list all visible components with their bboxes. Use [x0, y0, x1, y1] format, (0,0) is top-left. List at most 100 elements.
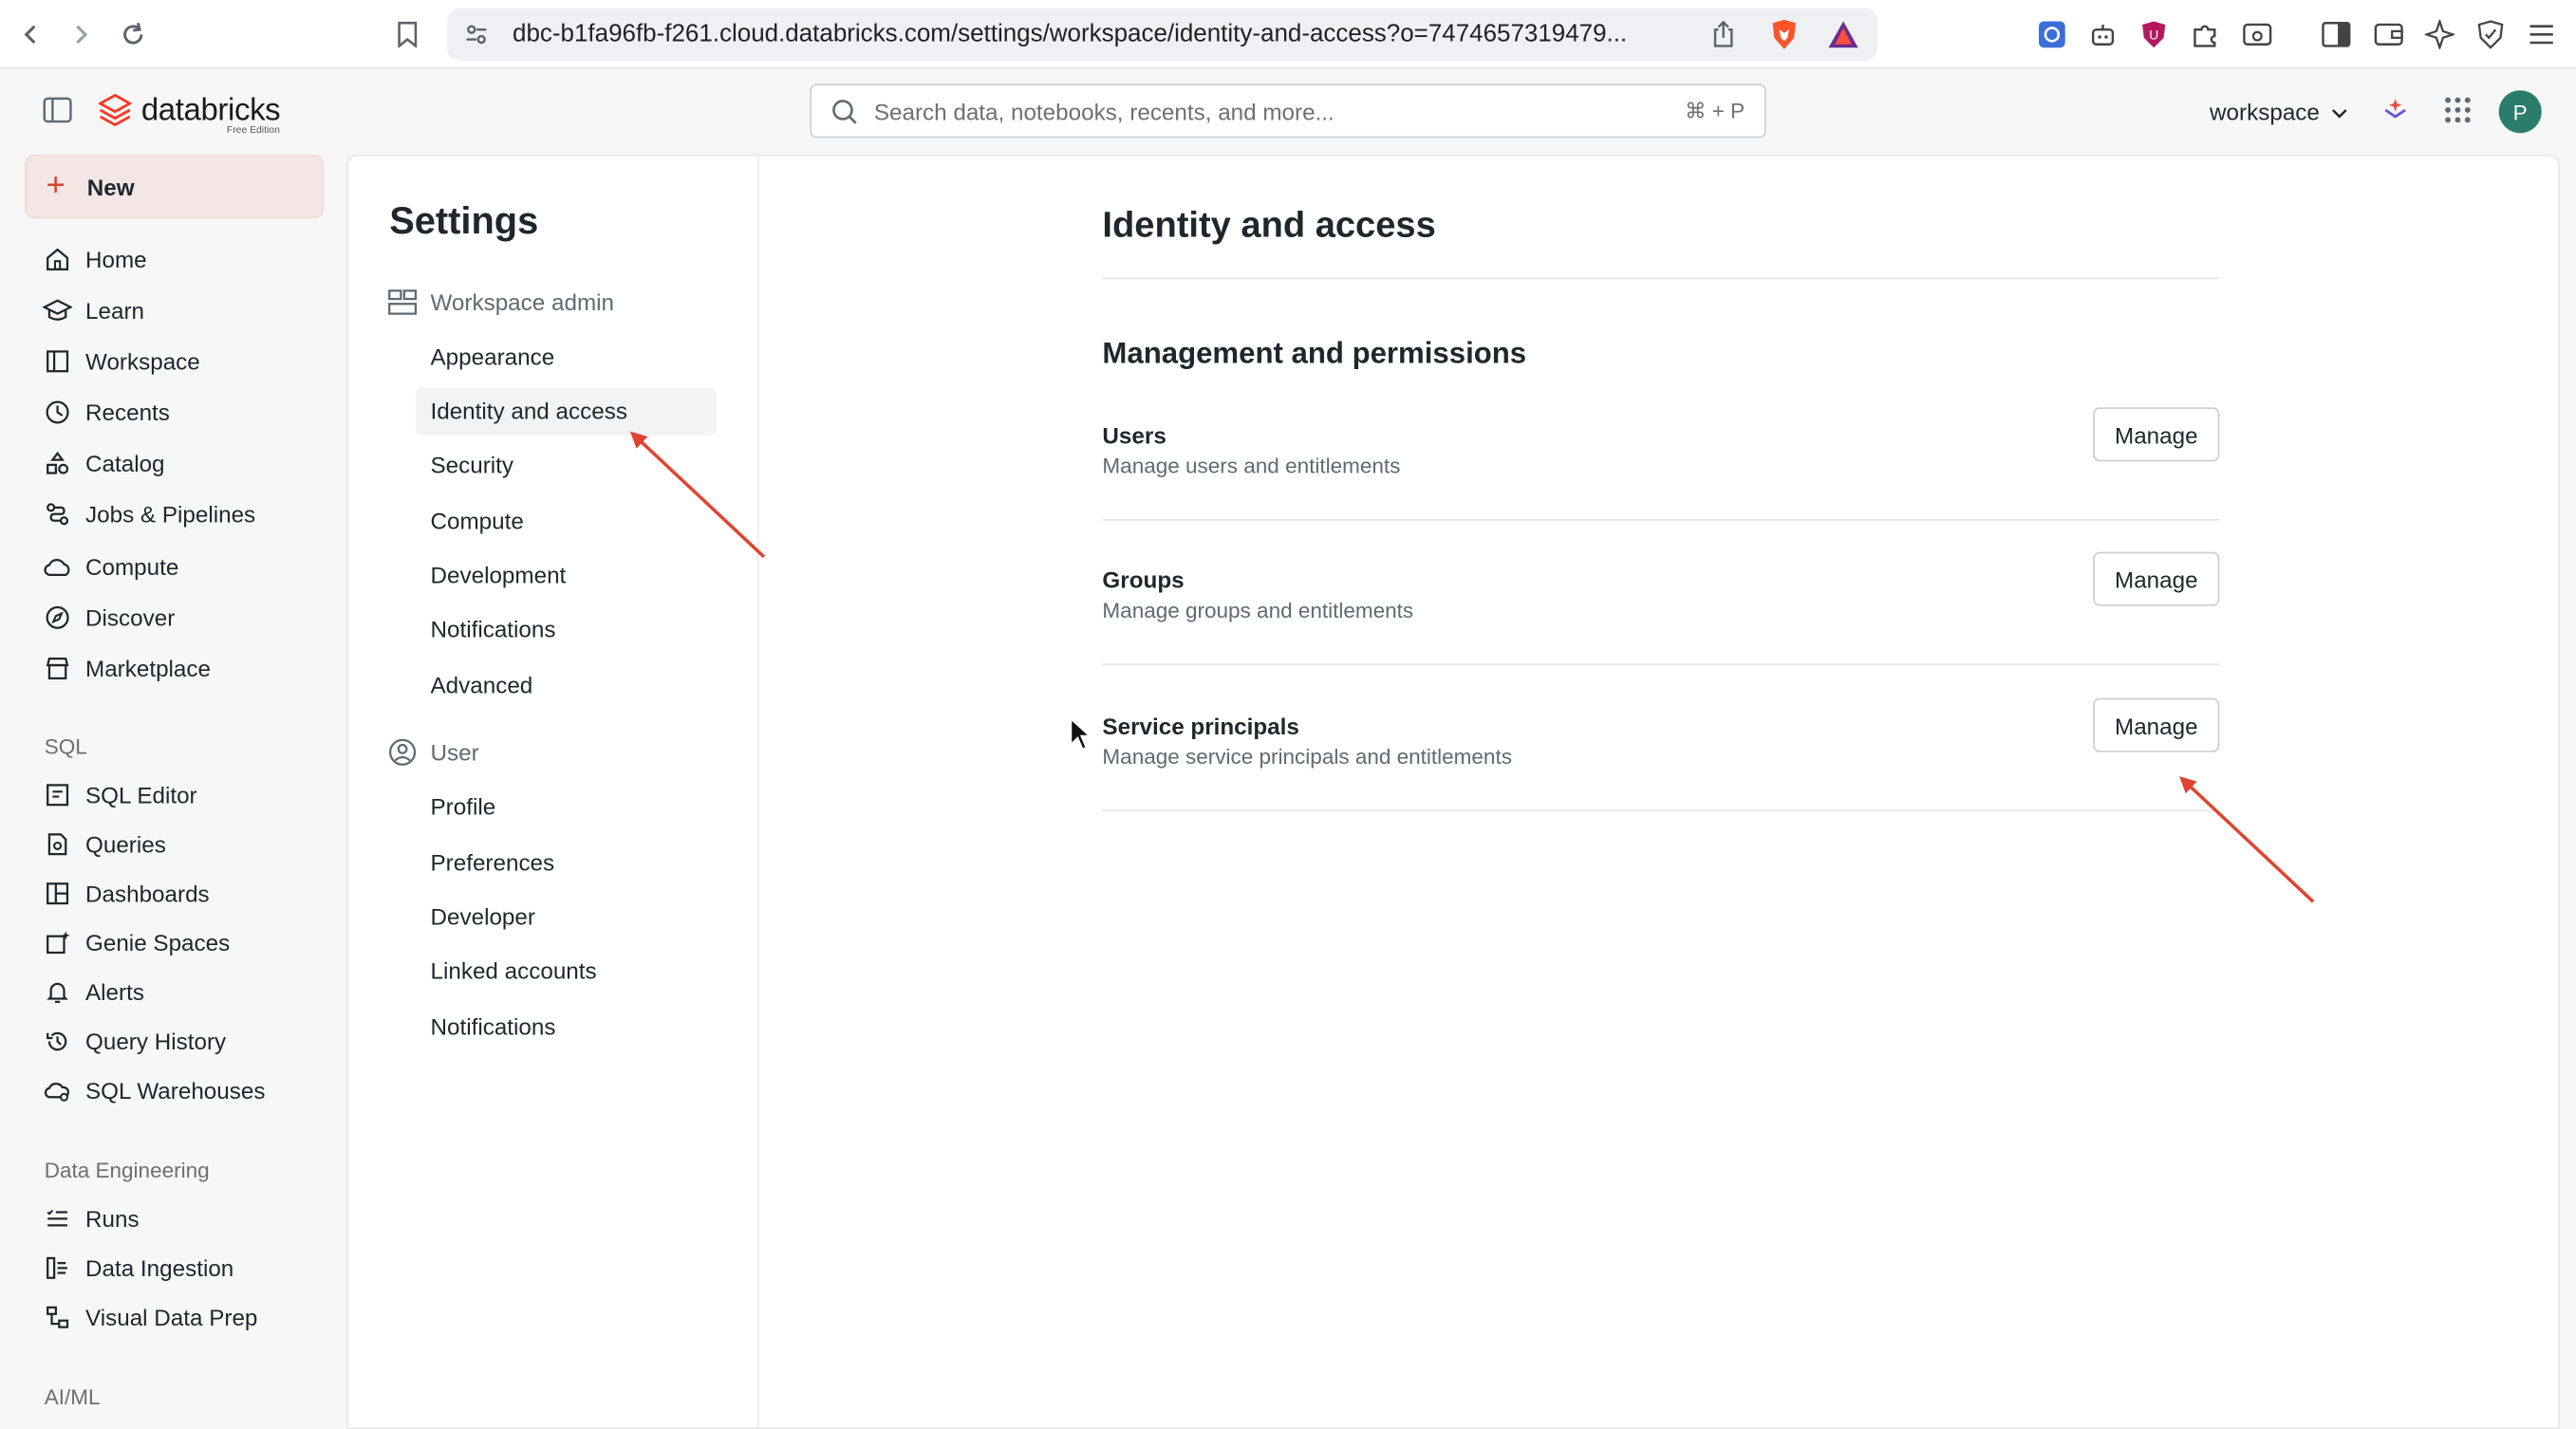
nav-item-recents[interactable]: Recents [43, 394, 170, 430]
settings-item-user-notifications[interactable]: Notifications [416, 1004, 717, 1051]
settings-item-linked-accounts[interactable]: Linked accounts [416, 948, 717, 995]
compass-icon [43, 603, 72, 632]
extensions-puzzle-icon[interactable] [2187, 16, 2223, 52]
permission-row-groups: Groups Manage groups and entitlements Ma… [1102, 551, 2220, 665]
nav-label: SQL Warehouses [85, 1077, 266, 1104]
left-navigation: + New Home Learn Workspace Recents Catal… [0, 154, 345, 1429]
settings-sidebar: Settings Workspace admin Appearance Iden… [348, 156, 759, 1429]
settings-item-security[interactable]: Security [416, 442, 717, 490]
settings-item-developer[interactable]: Developer [416, 894, 717, 941]
settings-item-label: Linked accounts [430, 957, 597, 984]
settings-item-preferences[interactable]: Preferences [416, 840, 717, 887]
settings-item-profile[interactable]: Profile [416, 784, 717, 831]
nav-item-workspace[interactable]: Workspace [43, 343, 200, 380]
row-name: Users [1102, 421, 1167, 449]
nav-item-discover[interactable]: Discover [43, 600, 175, 636]
databricks-logo-icon[interactable] [97, 93, 133, 139]
nav-item-data-ingestion[interactable]: Data Ingestion [43, 1250, 233, 1286]
logo-text[interactable]: databricks [141, 94, 281, 130]
row-divider [1102, 809, 2220, 812]
nav-item-dashboards[interactable]: Dashboards [43, 876, 210, 912]
nav-item-genie-spaces[interactable]: Genie Spaces [43, 925, 230, 961]
bookmark-icon[interactable] [389, 16, 425, 52]
nav-item-sql-warehouses[interactable]: SQL Warehouses [43, 1072, 265, 1108]
nav-item-queries[interactable]: Queries [43, 826, 166, 863]
brave-shields-icon[interactable] [1769, 18, 1799, 59]
workflow-icon [43, 499, 72, 529]
settings-item-development[interactable]: Development [416, 552, 717, 600]
workspace-label: workspace [2210, 98, 2320, 125]
section-title: Management and permissions [1102, 336, 1527, 370]
share-icon[interactable] [1710, 20, 1737, 58]
nav-item-runs[interactable]: Runs [43, 1200, 140, 1236]
url-text[interactable]: dbc-b1fa96fb-f261.cloud.databricks.com/s… [513, 20, 1627, 47]
reader-icon[interactable] [2239, 16, 2275, 52]
nav-item-learn[interactable]: Learn [43, 292, 144, 328]
nav-label: Dashboards [85, 880, 210, 907]
menu-icon[interactable] [2524, 16, 2560, 52]
nav-item-compute[interactable]: Compute [43, 548, 178, 585]
nav-item-catalog[interactable]: Catalog [43, 445, 165, 481]
address-bar[interactable]: dbc-b1fa96fb-f261.cloud.databricks.com/s… [446, 8, 1878, 62]
manage-groups-button[interactable]: Manage [2093, 551, 2220, 606]
workspace-switcher[interactable]: workspace [2210, 99, 2347, 125]
nav-label: Query History [85, 1028, 227, 1055]
page-title: Identity and access [1102, 203, 1436, 245]
site-settings-icon[interactable] [463, 22, 490, 56]
logo-subtitle: Free Edition [226, 126, 280, 137]
clock-icon [43, 398, 72, 427]
settings-item-label: Developer [430, 903, 535, 930]
nav-label: Discover [85, 604, 176, 631]
settings-item-notifications[interactable]: Notifications [416, 606, 717, 654]
apps-grid-icon[interactable] [2443, 95, 2473, 133]
data-prep-icon [43, 1303, 72, 1332]
settings-item-advanced[interactable]: Advanced [416, 662, 717, 710]
brave-rewards-icon[interactable] [1827, 20, 1860, 58]
svg-text:U: U [2149, 28, 2158, 43]
row-name: Groups [1102, 566, 1185, 593]
global-search-input[interactable]: Search data, notebooks, recents, and mor… [810, 84, 1766, 139]
nav-item-marketplace[interactable]: Marketplace [43, 650, 211, 686]
settings-item-label: Advanced [430, 671, 533, 698]
settings-item-label: Appearance [430, 343, 555, 370]
catalog-icon [43, 449, 72, 478]
nav-item-sql-editor[interactable]: SQL Editor [43, 777, 197, 813]
nav-item-visual-data-prep[interactable]: Visual Data Prep [43, 1299, 257, 1335]
settings-item-compute[interactable]: Compute [416, 497, 717, 545]
graduation-cap-icon [43, 296, 73, 325]
nav-item-alerts[interactable]: Alerts [43, 974, 144, 1010]
vpn-shield-icon[interactable] [2473, 16, 2509, 52]
assistant-sparkle-icon[interactable] [2380, 95, 2410, 133]
new-button[interactable]: + New [24, 154, 324, 219]
ublock-icon[interactable]: U [2136, 16, 2172, 52]
manage-service-principals-button[interactable]: Manage [2093, 697, 2220, 752]
sidebar-toggle-icon[interactable] [2318, 16, 2354, 52]
back-icon[interactable] [13, 16, 49, 52]
wallet-icon[interactable] [2371, 16, 2407, 52]
nav-label: Jobs & Pipelines [85, 500, 256, 528]
nav-item-home[interactable]: Home [43, 241, 147, 277]
robot-extension-icon[interactable] [2085, 16, 2121, 52]
workspace-admin-group: Workspace admin [387, 286, 614, 319]
extension-blue-icon[interactable] [2034, 16, 2070, 52]
nav-label: Catalog [85, 450, 165, 476]
settings-item-identity-and-access[interactable]: Identity and access [415, 387, 717, 436]
sidebar-collapse-icon[interactable] [43, 97, 72, 131]
nav-item-jobs-pipelines[interactable]: Jobs & Pipelines [43, 496, 255, 532]
ingestion-icon [43, 1253, 72, 1283]
user-avatar[interactable]: P [2498, 90, 2542, 134]
forward-icon[interactable] [63, 16, 99, 52]
settings-item-label: Notifications [430, 1013, 556, 1040]
settings-item-label: Compute [430, 507, 524, 534]
settings-item-appearance[interactable]: Appearance [416, 333, 717, 380]
leo-ai-icon[interactable] [2421, 16, 2457, 52]
plus-icon: + [46, 167, 65, 204]
manage-users-button[interactable]: Manage [2093, 407, 2220, 462]
user-group-label: User [430, 738, 479, 766]
nav-item-query-history[interactable]: Query History [43, 1023, 226, 1059]
nav-label: Learn [85, 297, 144, 325]
app-root: dbc-b1fa96fb-f261.cloud.databricks.com/s… [0, 0, 2576, 1429]
row-description: Manage service principals and entitlemen… [1102, 744, 1512, 770]
browser-toolbar: dbc-b1fa96fb-f261.cloud.databricks.com/s… [0, 0, 2576, 69]
reload-icon[interactable] [115, 16, 151, 52]
